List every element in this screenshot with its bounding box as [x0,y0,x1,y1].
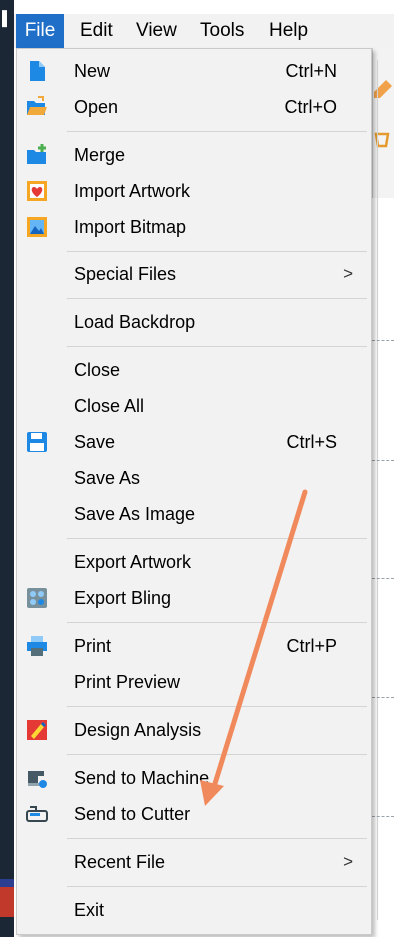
cutter-icon [26,806,48,822]
submenu-arrow-icon: > [343,264,353,283]
menu-item-design-analysis[interactable]: Design Analysis [17,713,371,747]
menu-separator [67,754,367,755]
menu-help[interactable]: Help [269,14,308,48]
save-disk-icon [27,432,47,452]
menu-view[interactable]: View [136,14,177,48]
menu-item-label: Special Files [74,264,177,284]
menu-separator [67,886,367,887]
canvas-guide-line [372,697,394,699]
menu-item-save[interactable]: Save Ctrl+S [17,425,371,459]
app-left-panel: ▌ [0,0,14,937]
menu-item-label: Print [74,636,112,656]
menu-separator [67,622,367,623]
menu-item-send-to-cutter[interactable]: Send to Cutter [17,797,371,831]
menu-separator [67,706,367,707]
export-bling-icon [27,588,47,608]
menu-item-special-files[interactable]: Special Files > [17,257,371,291]
menu-item-print[interactable]: Print Ctrl+P [17,629,371,663]
file-menu-dropdown: New Ctrl+N Open Ctrl+O Merge Import Artw… [16,48,372,935]
design-analysis-icon [27,720,47,740]
menu-item-label: Close All [74,396,145,416]
menu-item-shortcut: Ctrl+O [284,97,337,117]
menu-separator [67,838,367,839]
menu-item-label: Save As Image [74,504,196,524]
app-left-emblem [0,879,14,917]
menu-item-load-backdrop[interactable]: Load Backdrop [17,305,371,339]
menu-tools[interactable]: Tools [200,14,244,48]
menu-item-close[interactable]: Close [17,353,371,387]
menu-item-label: Merge [74,145,126,165]
import-bitmap-icon [27,217,47,237]
menu-item-shortcut: Ctrl+P [286,636,337,656]
menu-item-merge[interactable]: Merge [17,138,371,172]
app-left-glyph: ▌ [2,10,12,26]
menu-item-export-artwork[interactable]: Export Artwork [17,545,371,579]
menu-item-print-preview[interactable]: Print Preview [17,665,371,699]
menu-separator [67,346,367,347]
merge-folder-icon [27,144,46,164]
menu-item-label: Save [74,432,116,452]
menu-item-save-as[interactable]: Save As [17,461,371,495]
menu-bar: File Edit View Tools Help [14,14,394,48]
menu-item-label: New [74,61,111,81]
menu-item-send-to-machine[interactable]: Send to Machine [17,761,371,795]
menu-item-save-as-image[interactable]: Save As Image [17,497,371,531]
menu-edit[interactable]: Edit [80,14,113,48]
canvas-boundary-line [377,60,378,920]
right-toolbar [372,48,394,198]
menu-item-shortcut: Ctrl+S [286,432,337,452]
toolbar-pencil-icon[interactable] [372,78,394,100]
menu-item-new[interactable]: New Ctrl+N [17,54,371,88]
menu-item-exit[interactable]: Exit [17,893,371,927]
import-artwork-icon [27,181,47,201]
menu-separator [67,298,367,299]
menu-item-label: Save As [74,468,141,488]
menu-item-label: Design Analysis [74,720,202,740]
menu-item-label: Export Artwork [74,552,192,572]
sewing-machine-icon [28,771,47,788]
menu-item-close-all[interactable]: Close All [17,389,371,423]
menu-item-import-artwork[interactable]: Import Artwork [17,174,371,208]
menu-item-label: Export Bling [74,588,172,608]
canvas-guide-line [372,340,394,342]
printer-icon [27,636,47,656]
menu-item-label: Open [74,97,119,117]
menu-item-label: Send to Machine [74,768,210,788]
menu-item-recent-file[interactable]: Recent File > [17,845,371,879]
menu-separator [67,131,367,132]
menu-separator [67,538,367,539]
menu-item-label: Import Bitmap [74,217,187,237]
menu-item-label: Close [74,360,121,380]
menu-item-label: Exit [74,900,105,920]
menu-item-open[interactable]: Open Ctrl+O [17,90,371,124]
canvas-guide-line [372,816,394,818]
menu-item-label: Send to Cutter [74,804,191,824]
menu-item-label: Print Preview [74,672,181,692]
menu-item-label: Recent File [74,852,166,872]
canvas-guide-line [372,460,394,462]
submenu-arrow-icon: > [343,852,353,871]
menu-separator [67,251,367,252]
menu-item-export-bling[interactable]: Export Bling [17,581,371,615]
menu-item-label: Load Backdrop [74,312,196,332]
open-folder-icon [27,96,47,115]
menu-item-import-bitmap[interactable]: Import Bitmap [17,210,371,244]
menu-file[interactable]: File [16,14,64,48]
new-file-icon [30,61,45,81]
toolbar-bucket-icon[interactable] [372,128,394,150]
canvas-guide-line [372,578,394,580]
menu-item-label: Import Artwork [74,181,191,201]
menu-item-shortcut: Ctrl+N [285,61,337,81]
